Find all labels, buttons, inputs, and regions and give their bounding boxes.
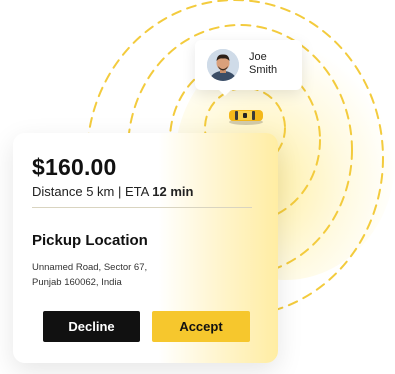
distance-separator: | xyxy=(118,184,122,199)
driver-last-name: Smith xyxy=(249,64,278,76)
eta-label: ETA xyxy=(125,184,149,199)
distance-label: Distance xyxy=(32,184,83,199)
pickup-title: Pickup Location xyxy=(32,232,148,249)
taxi-car-icon xyxy=(229,110,263,125)
ride-price: $160.00 xyxy=(32,154,117,180)
driver-avatar xyxy=(207,49,239,81)
distance-value: 5 km xyxy=(86,184,115,199)
distance-eta: Distance 5 km | ETA 12 min xyxy=(32,184,193,199)
address-line-2: Punjab 160062, India xyxy=(32,277,122,288)
driver-name: Joe Smith xyxy=(249,51,299,77)
accept-button[interactable]: Accept xyxy=(152,311,250,342)
pickup-address: Unnamed Road, Sector 67, Punjab 160062, … xyxy=(32,260,202,290)
driver-card[interactable]: Joe Smith xyxy=(195,40,302,96)
eta-value: 12 min xyxy=(152,184,194,199)
driver-first-name: Joe xyxy=(249,51,267,63)
decline-button[interactable]: Decline xyxy=(43,311,140,342)
divider xyxy=(32,207,252,208)
avatar-icon xyxy=(207,49,239,81)
address-line-1: Unnamed Road, Sector 67, xyxy=(32,262,148,273)
